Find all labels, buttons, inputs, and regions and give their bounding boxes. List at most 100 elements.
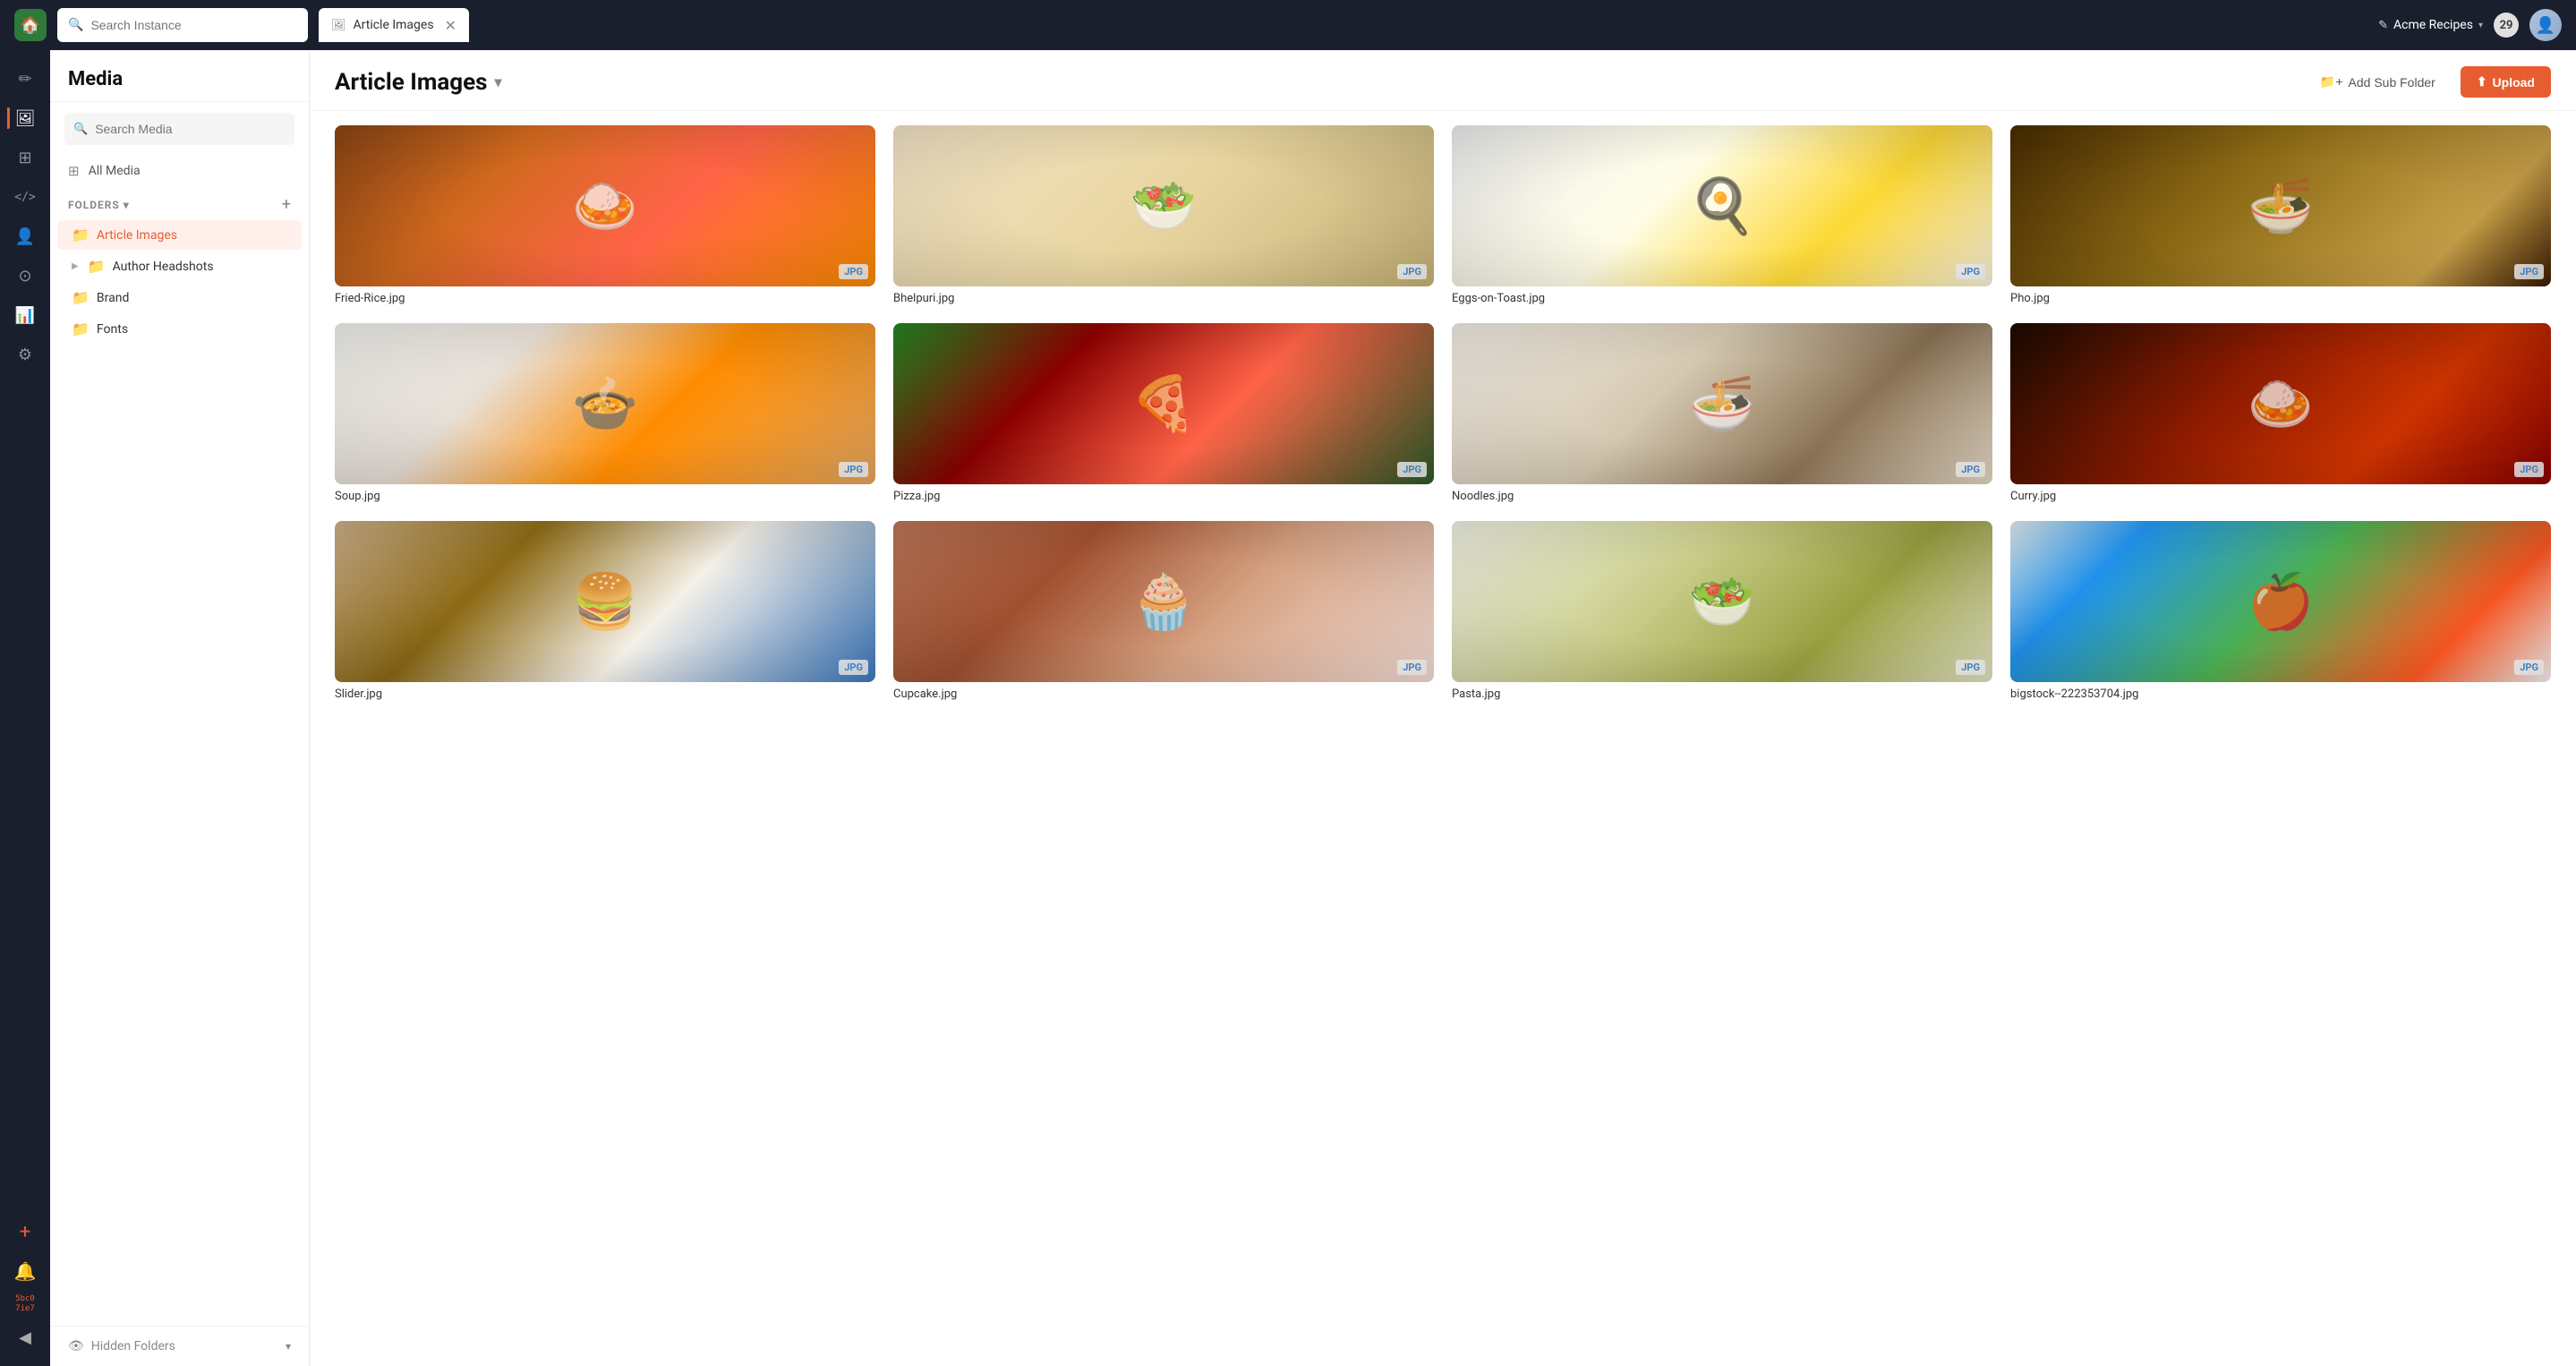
image-filename: Fried-Rice.jpg xyxy=(335,292,875,305)
image-format-badge: JPG xyxy=(1397,264,1427,279)
folder-item-fonts[interactable]: 📁 Fonts xyxy=(57,314,302,344)
image-card[interactable]: 🍛JPG Fried-Rice.jpg xyxy=(335,125,875,305)
tab-close-button[interactable]: ✕ xyxy=(445,17,456,34)
folders-label[interactable]: FOLDERS ▾ xyxy=(68,199,130,211)
image-filename: Bhelpuri.jpg xyxy=(893,292,1434,305)
media-image-icon: 🖼 xyxy=(15,109,36,128)
hidden-folders-section[interactable]: 👁 Hidden Folders ▾ xyxy=(50,1326,309,1366)
food-emoji-decoration: 🍔 xyxy=(572,570,639,634)
folder-icon-brand: 📁 xyxy=(72,289,90,306)
sidebar-item-database[interactable]: ⊞ xyxy=(7,140,43,175)
food-emoji-decoration: 🍛 xyxy=(2248,372,2315,436)
image-format-badge: JPG xyxy=(1397,660,1427,675)
image-card[interactable]: 🍛JPGCurry.jpg xyxy=(2010,323,2551,503)
search-icon: 🔍 xyxy=(68,18,83,32)
image-format-badge: JPG xyxy=(2514,462,2544,477)
add-folder-button[interactable]: + xyxy=(282,195,291,214)
search-input[interactable] xyxy=(90,18,297,32)
instance-search[interactable]: 🔍 xyxy=(57,8,308,42)
notification-badge[interactable]: 29 xyxy=(2494,13,2519,38)
image-thumbnail: 🍛JPG xyxy=(335,125,875,286)
image-filename: Pho.jpg xyxy=(2010,292,2551,305)
image-thumbnail: 🍔 JPG xyxy=(335,521,875,682)
logo[interactable]: 🏠 xyxy=(14,9,47,41)
folders-text: FOLDERS xyxy=(68,199,120,211)
image-thumbnail: 🧁JPG xyxy=(893,521,1434,682)
image-format-badge: JPG xyxy=(1956,660,1985,675)
image-card[interactable]: 🍕JPGPizza.jpg xyxy=(893,323,1434,503)
image-card[interactable]: 🍎JPG bigstock--222353704.jpg xyxy=(2010,521,2551,701)
logo-icon: 🏠 xyxy=(21,16,40,35)
article-images-tab[interactable]: 🖼 Article Images ✕ xyxy=(319,8,469,42)
add-icon: + xyxy=(20,1221,30,1243)
sidebar-badge: 5bc0 7ie7 xyxy=(0,1293,50,1316)
image-filename: Noodles.jpg xyxy=(1452,490,1992,503)
instance-selector[interactable]: ✎ Acme Recipes ▾ xyxy=(2378,18,2483,32)
search-icon-small: 🔍 xyxy=(73,123,88,136)
image-card[interactable]: 🍳JPG Eggs-on-Toast.jpg xyxy=(1452,125,1992,305)
folder-item-brand[interactable]: 📁 Brand xyxy=(57,283,302,312)
sidebar-item-edit[interactable]: ✏ xyxy=(7,61,43,97)
user-avatar[interactable]: 👤 xyxy=(2529,9,2562,41)
add-subfolder-button[interactable]: 📁+ Add Sub Folder xyxy=(2306,67,2450,97)
image-card[interactable]: 🥗 JPG Bhelpuri.jpg xyxy=(893,125,1434,305)
collapse-icon: ◀ xyxy=(19,1328,31,1347)
sidebar-item-media[interactable]: 🖼 xyxy=(7,100,43,136)
food-emoji-decoration: 🍎 xyxy=(2248,570,2315,634)
add-subfolder-icon: 📁+ xyxy=(2320,74,2343,90)
upload-button[interactable]: ⬆ Upload xyxy=(2461,66,2551,98)
main-layout: ✏ 🖼 ⊞ </> 👤 ⊙ 📊 ⚙ + 🔔 5 xyxy=(0,50,2576,1366)
sidebar-item-notification[interactable]: 🔔 xyxy=(7,1253,43,1289)
folder-name-fonts: Fonts xyxy=(97,322,128,337)
instance-name: Acme Recipes xyxy=(2393,18,2473,32)
sidebar-item-target[interactable]: ⊙ xyxy=(7,258,43,294)
sidebar-item-add[interactable]: + xyxy=(7,1214,43,1250)
sidebar-item-contacts[interactable]: 👤 xyxy=(7,218,43,254)
food-emoji-decoration: 🍜 xyxy=(2248,175,2315,238)
food-emoji-decoration: 🍜 xyxy=(1689,372,1756,436)
sidebar-item-code[interactable]: </> xyxy=(7,179,43,215)
image-thumbnail: 🍳JPG xyxy=(1452,125,1992,286)
all-media-item[interactable]: ⊞ All Media xyxy=(50,156,309,186)
image-thumbnail: 🍎JPG xyxy=(2010,521,2551,682)
folder-name-author-headshots: Author Headshots xyxy=(113,260,214,274)
upload-label: Upload xyxy=(2493,75,2535,90)
image-filename: bigstock--222353704.jpg xyxy=(2010,687,2551,701)
folder-item-article-images[interactable]: 📁 Article Images xyxy=(57,220,302,250)
image-filename: Pizza.jpg xyxy=(893,490,1434,503)
sidebar-item-settings[interactable]: ⚙ xyxy=(7,337,43,372)
image-card[interactable]: 🥗JPGPasta.jpg xyxy=(1452,521,1992,701)
image-format-badge: JPG xyxy=(2514,264,2544,279)
avatar-image: 👤 xyxy=(2536,16,2555,35)
image-card[interactable]: 🍜 JPG Pho.jpg xyxy=(2010,125,2551,305)
folder-name-article-images: Article Images xyxy=(97,228,177,243)
sidebar-item-chart[interactable]: 📊 xyxy=(7,297,43,333)
folder-icon-author-headshots: 📁 xyxy=(88,258,106,275)
media-search-input[interactable] xyxy=(95,122,286,136)
sidebar-item-collapse[interactable]: ◀ xyxy=(7,1319,43,1355)
image-filename: Slider.jpg xyxy=(335,687,875,701)
folder-title-label: Article Images xyxy=(335,69,488,96)
media-search-box[interactable]: 🔍 xyxy=(64,113,294,145)
folder-icon-fonts: 📁 xyxy=(72,320,90,337)
chevron-down-icon: ▾ xyxy=(2478,21,2483,30)
hidden-folders-label: Hidden Folders xyxy=(91,1339,175,1353)
image-card[interactable]: 🍲JPGSoup.jpg xyxy=(335,323,875,503)
image-thumbnail: 🍲JPG xyxy=(335,323,875,484)
content-title[interactable]: Article Images ▾ xyxy=(335,69,502,96)
image-card[interactable]: 🍔 JPG Slider.jpg xyxy=(335,521,875,701)
title-chevron-icon: ▾ xyxy=(495,73,502,90)
image-thumbnail: 🍜JPG xyxy=(1452,323,1992,484)
food-emoji-decoration: 🍛 xyxy=(572,175,639,238)
folder-item-author-headshots[interactable]: ▶ 📁 Author Headshots xyxy=(57,252,302,281)
edit-pencil-icon: ✏ xyxy=(18,70,31,89)
folders-chevron-icon: ▾ xyxy=(124,199,130,211)
database-icon: ⊞ xyxy=(18,149,31,167)
image-filename: Eggs-on-Toast.jpg xyxy=(1452,292,1992,305)
food-emoji-decoration: 🍳 xyxy=(1689,175,1756,238)
code-icon: </> xyxy=(14,191,35,204)
image-card[interactable]: 🍜JPG Noodles.jpg xyxy=(1452,323,1992,503)
image-format-badge: JPG xyxy=(839,660,868,675)
image-card[interactable]: 🧁JPGCupcake.jpg xyxy=(893,521,1434,701)
food-emoji-decoration: 🥗 xyxy=(1130,175,1198,238)
